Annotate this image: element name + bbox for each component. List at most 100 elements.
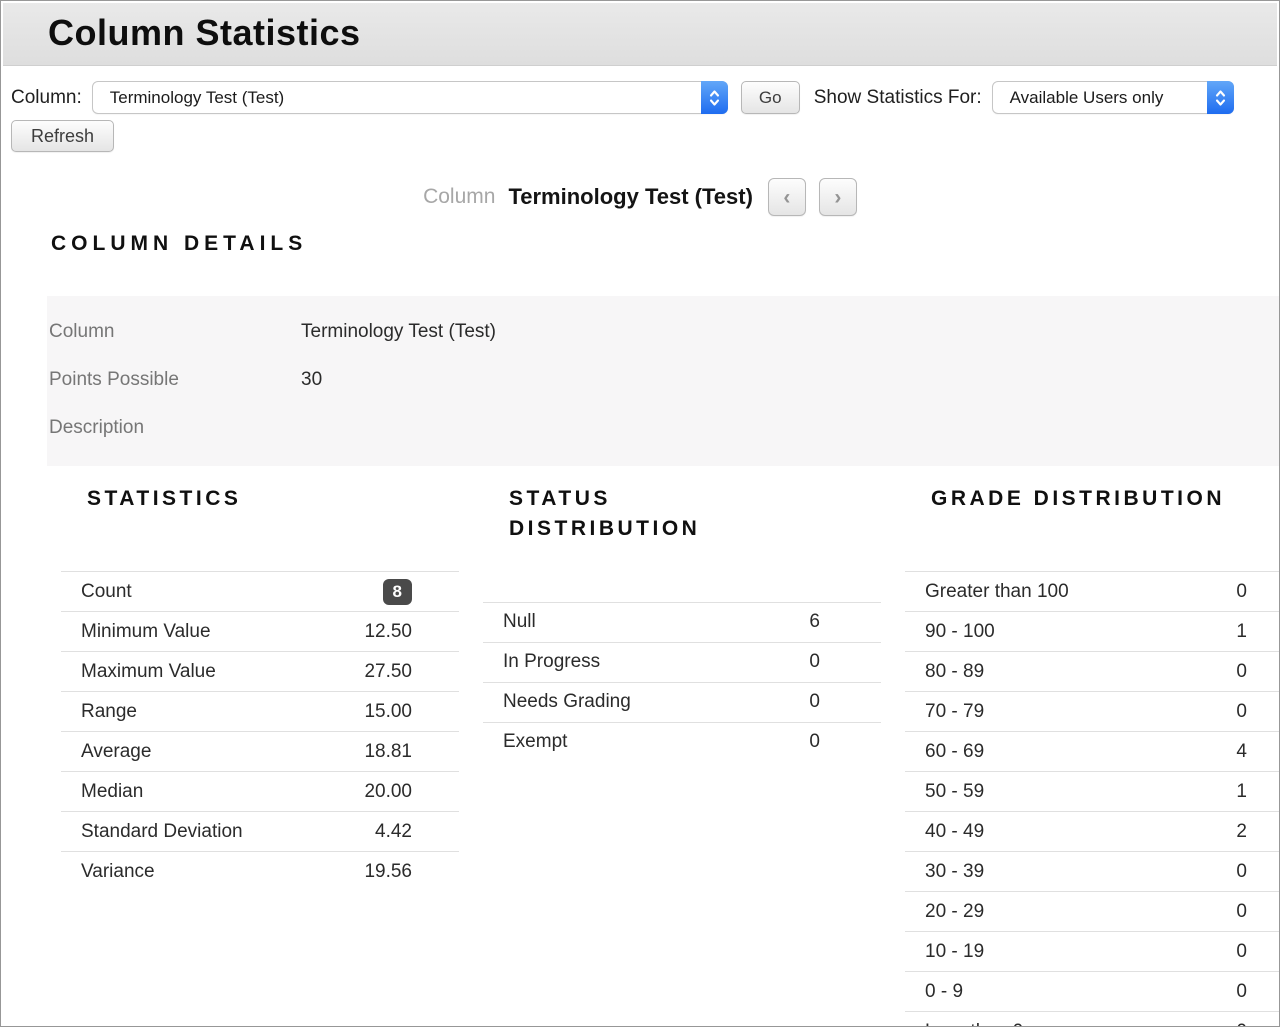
- grade-range-label: 50 - 59: [925, 781, 984, 803]
- chevron-up-down-icon: [1207, 81, 1234, 114]
- table-row: Maximum Value 27.50: [61, 651, 459, 691]
- column-select-label: Column:: [11, 87, 82, 109]
- table-row: Standard Deviation 4.42: [61, 811, 459, 851]
- grade-range-label: Greater than 100: [925, 581, 1069, 603]
- page-title: Column Statistics: [48, 12, 1277, 54]
- table-row: 90 - 100 1: [905, 611, 1280, 651]
- details-label: Points Possible: [47, 369, 301, 391]
- table-row: Less than 0 0: [905, 1011, 1280, 1027]
- grade-range-label: 60 - 69: [925, 741, 984, 763]
- grade-range-label: 10 - 19: [925, 941, 984, 963]
- status-distribution-heading: STATUS DISTRIBUTION: [483, 484, 773, 545]
- table-row: 10 - 19 0: [905, 931, 1280, 971]
- grade-count-value: 1: [1236, 621, 1247, 643]
- column-select[interactable]: Terminology Test (Test): [92, 81, 728, 114]
- details-row-points-possible: Points Possible 30: [47, 356, 1279, 404]
- table-row: 50 - 59 1: [905, 771, 1280, 811]
- grade-range-label: 40 - 49: [925, 821, 984, 843]
- statistics-heading: STATISTICS: [61, 484, 459, 514]
- stat-value: 27.50: [364, 661, 412, 683]
- grade-distribution-table: Greater than 100 0 90 - 100 1 80 - 89 0 …: [905, 571, 1280, 1027]
- status-value: 0: [809, 731, 820, 753]
- grade-range-label: 70 - 79: [925, 701, 984, 723]
- grade-count-value: 0: [1236, 901, 1247, 923]
- stat-label: Standard Deviation: [81, 821, 243, 843]
- chevron-right-icon: ›: [834, 187, 841, 208]
- column-details-heading: COLUMN DETAILS: [51, 232, 1279, 256]
- count-badge: 8: [383, 579, 412, 605]
- toolbar: Column: Terminology Test (Test) Go Show …: [1, 66, 1279, 114]
- table-row: Null 6: [483, 602, 881, 642]
- stat-value: 12.50: [364, 621, 412, 643]
- stat-label: Average: [81, 741, 151, 763]
- table-row: In Progress 0: [483, 642, 881, 682]
- stat-label: Variance: [81, 861, 155, 883]
- chevron-up-down-icon: [701, 81, 728, 114]
- distribution-section: STATISTICS Count 8 Minimum Value 12.50 M…: [61, 474, 1279, 1027]
- grade-range-label: 90 - 100: [925, 621, 995, 643]
- statistics-table: Count 8 Minimum Value 12.50 Maximum Valu…: [61, 571, 459, 891]
- status-distribution-table: Null 6 In Progress 0 Needs Grading 0 Exe…: [483, 602, 881, 762]
- stat-label: Median: [81, 781, 143, 803]
- column-details-block: Column Terminology Test (Test) Points Po…: [47, 296, 1279, 466]
- statistics-panel: STATISTICS Count 8 Minimum Value 12.50 M…: [61, 474, 459, 1027]
- stat-value: 18.81: [364, 741, 412, 763]
- grade-count-value: 0: [1236, 581, 1247, 603]
- grade-count-value: 0: [1236, 941, 1247, 963]
- show-statistics-value: Available Users only: [1010, 88, 1164, 108]
- status-value: 6: [809, 611, 820, 633]
- go-button[interactable]: Go: [741, 81, 800, 114]
- details-row-description: Description: [47, 404, 1279, 452]
- stat-value: 15.00: [364, 701, 412, 723]
- details-label: Column: [47, 321, 301, 343]
- column-statistics-page: Column Statistics Column: Terminology Te…: [0, 0, 1280, 1027]
- table-row: Median 20.00: [61, 771, 459, 811]
- table-row: Variance 19.56: [61, 851, 459, 891]
- stat-value: 20.00: [364, 781, 412, 803]
- grade-count-value: 0: [1236, 701, 1247, 723]
- details-value: 30: [301, 369, 322, 391]
- table-row: 20 - 29 0: [905, 891, 1280, 931]
- grade-count-value: 0: [1236, 981, 1247, 1003]
- table-row: 70 - 79 0: [905, 691, 1280, 731]
- table-row: 60 - 69 4: [905, 731, 1280, 771]
- grade-count-value: 0: [1236, 1021, 1247, 1027]
- table-row: Average 18.81: [61, 731, 459, 771]
- grade-count-value: 1: [1236, 781, 1247, 803]
- table-row: 0 - 9 0: [905, 971, 1280, 1011]
- next-column-button[interactable]: ›: [819, 178, 857, 216]
- stat-label: Range: [81, 701, 137, 723]
- table-row: Range 15.00: [61, 691, 459, 731]
- table-row: Needs Grading 0: [483, 682, 881, 722]
- stat-value: 19.56: [364, 861, 412, 883]
- grade-range-label: 20 - 29: [925, 901, 984, 923]
- page-header: Column Statistics: [3, 3, 1277, 66]
- show-statistics-select[interactable]: Available Users only: [992, 81, 1234, 114]
- refresh-button[interactable]: Refresh: [11, 120, 114, 152]
- grade-count-value: 4: [1236, 741, 1247, 763]
- previous-column-button[interactable]: ‹: [768, 178, 806, 216]
- refresh-row: Refresh: [1, 114, 1279, 152]
- details-value: Terminology Test (Test): [301, 321, 496, 343]
- stat-label: Minimum Value: [81, 621, 211, 643]
- table-row: 40 - 49 2: [905, 811, 1280, 851]
- grade-distribution-panel: GRADE DISTRIBUTION Greater than 100 0 90…: [905, 474, 1280, 1027]
- table-row: Count 8: [61, 571, 459, 611]
- column-nav-name: Terminology Test (Test): [508, 184, 752, 210]
- table-row: Minimum Value 12.50: [61, 611, 459, 651]
- details-label: Description: [47, 417, 301, 439]
- stat-value: 4.42: [375, 821, 412, 843]
- grade-range-label: Less than 0: [925, 1021, 1023, 1027]
- details-row-column: Column Terminology Test (Test): [47, 308, 1279, 356]
- grade-distribution-heading: GRADE DISTRIBUTION: [905, 484, 1280, 514]
- column-nav: Column Terminology Test (Test) ‹ ›: [1, 178, 1279, 216]
- chevron-left-icon: ‹: [783, 187, 790, 208]
- status-value: 0: [809, 651, 820, 673]
- grade-count-value: 0: [1236, 861, 1247, 883]
- table-row: Greater than 100 0: [905, 571, 1280, 611]
- status-label: Null: [503, 611, 536, 633]
- column-select-value: Terminology Test (Test): [110, 88, 284, 108]
- status-distribution-panel: STATUS DISTRIBUTION Null 6 In Progress 0…: [483, 474, 881, 1027]
- stat-label: Count: [81, 581, 132, 603]
- grade-range-label: 30 - 39: [925, 861, 984, 883]
